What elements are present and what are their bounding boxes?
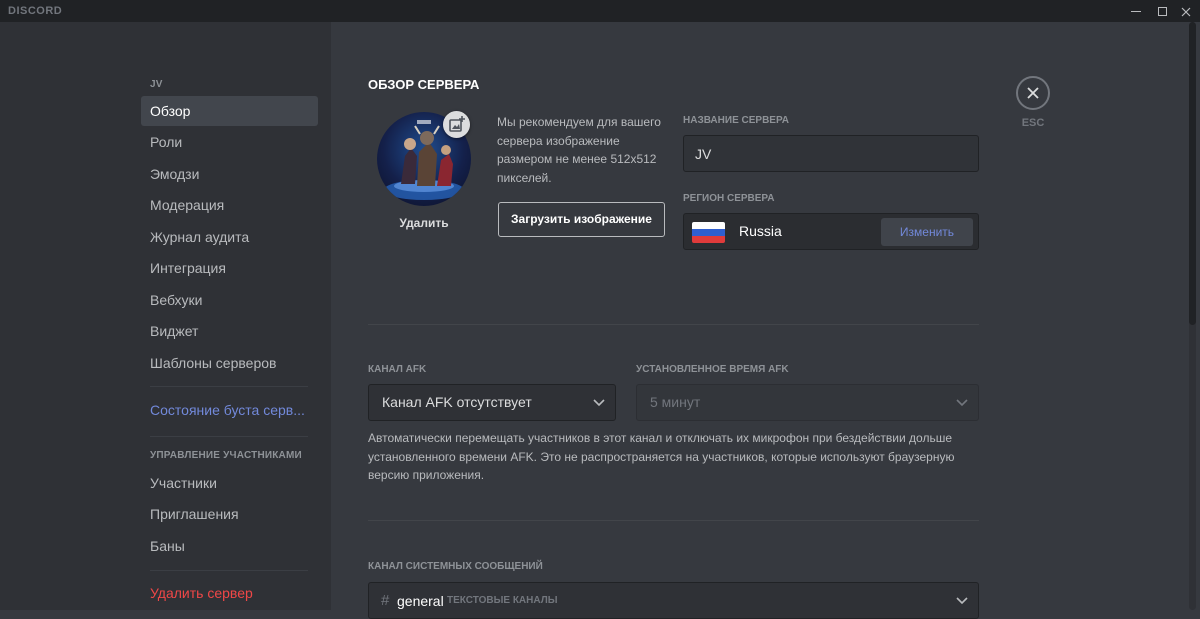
server-region-label: РЕГИОН СЕРВЕРА (683, 193, 775, 204)
sidebar-item-bans[interactable]: Баны (141, 531, 318, 561)
afk-timeout-label: УСТАНОВЛЕННОЕ ВРЕМЯ AFK (636, 364, 789, 375)
minimize-button[interactable] (1122, 0, 1150, 22)
upload-image-button[interactable]: Загрузить изображение (498, 202, 665, 237)
sidebar-item-audit-log[interactable]: Журнал аудита (141, 222, 318, 252)
sidebar-item-boost-status[interactable]: Состояние буста серв... (141, 395, 318, 425)
members-section-heading: УПРАВЛЕНИЕ УЧАСТНИКАМИ (150, 450, 302, 461)
page-title: ОБЗОР СЕРВЕРА (368, 77, 480, 92)
remove-avatar-link[interactable]: Удалить (389, 216, 459, 230)
hashtag-icon: # (381, 592, 390, 609)
afk-channel-select[interactable]: Канал AFK отсутствует (368, 384, 616, 421)
system-channel-label: КАНАЛ СИСТЕМНЫХ СООБЩЕНИЙ (368, 561, 543, 572)
sidebar-item-emoji[interactable]: Эмодзи (141, 159, 318, 189)
close-icon (1181, 7, 1191, 16)
afk-channel-value: Канал AFK отсутствует (382, 394, 532, 410)
window-close-button[interactable] (1172, 0, 1200, 22)
sidebar-item-widget[interactable]: Виджет (141, 316, 318, 346)
avatar-edit-button[interactable] (443, 111, 470, 138)
sidebar-item-moderation[interactable]: Модерация (141, 190, 318, 220)
afk-timeout-value: 5 минут (650, 394, 701, 410)
scrollbar-track[interactable] (1189, 22, 1196, 610)
change-region-button[interactable]: Изменить (881, 218, 973, 246)
afk-description: Автоматически перемещать участников в эт… (368, 431, 955, 483)
scrollbar-thumb[interactable] (1189, 22, 1196, 325)
region-name: Russia (739, 223, 782, 239)
server-overview-panel: ОБЗОР СЕРВЕРА Удалить Мы рекомендуем для… (331, 22, 1200, 619)
sidebar-item-invites[interactable]: Приглашения (141, 499, 318, 529)
sidebar-item-webhooks[interactable]: Вебхуки (141, 285, 318, 315)
chevron-down-icon (593, 399, 605, 407)
sidebar-item-integrations[interactable]: Интеграция (141, 253, 318, 283)
esc-label: ESC (1021, 117, 1045, 129)
system-channel-select[interactable]: # general ТЕКСТОВЫЕ КАНАЛЫ (368, 582, 979, 619)
sidebar-divider (150, 436, 308, 437)
sidebar-divider (150, 570, 308, 571)
sidebar-item-roles[interactable]: Роли (141, 127, 318, 157)
server-region-field: Russia Изменить (683, 213, 979, 250)
maximize-icon (1157, 7, 1167, 17)
app-brand: DISCORD (8, 5, 63, 17)
image-add-icon (449, 116, 465, 132)
russia-flag-icon (692, 222, 725, 243)
system-channel-name: general (397, 593, 444, 609)
close-settings-button[interactable] (1016, 76, 1050, 110)
sidebar-item-members[interactable]: Участники (141, 468, 318, 498)
close-icon (1027, 87, 1039, 99)
section-divider (368, 520, 979, 521)
sidebar-item-server-templates[interactable]: Шаблоны серверов (141, 348, 318, 378)
afk-timeout-select[interactable]: 5 минут (636, 384, 979, 421)
chevron-down-icon (956, 399, 968, 407)
server-name-input[interactable] (683, 135, 979, 172)
sidebar-divider (150, 386, 308, 387)
image-recommendation: Мы рекомендуем для вашего сервера изобра… (497, 115, 661, 185)
afk-channel-label: КАНАЛ AFK (368, 364, 427, 375)
sidebar-item-delete-server[interactable]: Удалить сервер (141, 578, 318, 608)
server-name-label: НАЗВАНИЕ СЕРВЕРА (683, 115, 789, 126)
title-bar: DISCORD (0, 0, 1200, 22)
minimize-icon (1131, 11, 1141, 13)
section-divider (368, 324, 979, 325)
settings-sidebar: JV Обзор Роли Эмодзи Модерация Журнал ау… (0, 22, 331, 610)
sidebar-item-overview[interactable]: Обзор (141, 96, 318, 126)
server-name-heading: JV (150, 79, 163, 90)
system-channel-category: ТЕКСТОВЫЕ КАНАЛЫ (447, 595, 558, 606)
chevron-down-icon (956, 597, 968, 605)
